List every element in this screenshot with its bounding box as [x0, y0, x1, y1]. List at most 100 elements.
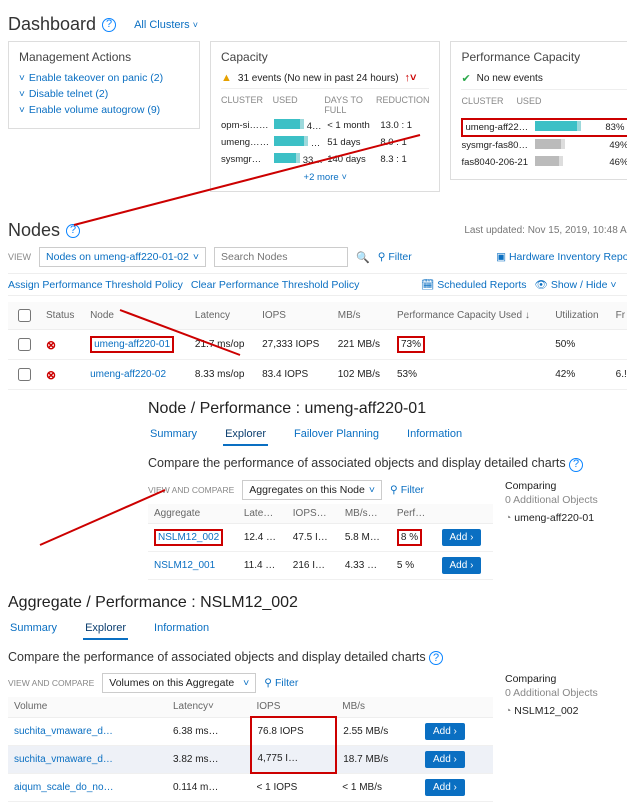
cell-iops-highlighted: 76.8 IOPS [251, 717, 337, 745]
aggregate-link[interactable]: NSLM12_001 [154, 560, 215, 571]
row-checkbox[interactable] [18, 338, 31, 351]
col-fr[interactable]: Fr [610, 302, 627, 330]
col-pcu[interactable]: Performance Capacity Used ↓ [391, 302, 549, 330]
col-latency[interactable]: Late… [238, 504, 287, 524]
cell-latency: 21.7 ms/op [189, 330, 256, 360]
vac-label: VIEW AND COMPARE [8, 678, 94, 688]
table-row[interactable]: NSLM12_001 11.4 … 216 I… 4.33 … 5 % Add … [148, 551, 493, 579]
filter-button[interactable]: ⚲Filter [378, 251, 412, 263]
mgmt-action-item[interactable]: Disable telnet (2) [19, 88, 189, 100]
tab-explorer[interactable]: Explorer [83, 618, 128, 640]
col-iops[interactable]: IOPS [251, 697, 337, 717]
agg-perf-title: Aggregate / Performance : NSLM12_002 [8, 594, 627, 612]
help-icon[interactable]: ? [66, 224, 80, 238]
tab-summary[interactable]: Summary [8, 618, 59, 640]
cell-iops: < 1 IOPS [251, 773, 337, 801]
table-row[interactable]: aiqum_scale_do_no… 0.114 m… < 1 IOPS < 1… [8, 773, 493, 801]
tab-failover[interactable]: Failover Planning [292, 424, 381, 446]
assign-policy-link[interactable]: Assign Performance Threshold Policy [8, 279, 183, 291]
add-button[interactable]: Add › [425, 751, 465, 768]
help-icon[interactable]: ? [102, 18, 116, 32]
perfcap-row-highlighted[interactable]: umeng-aff220-01-02 83% < 1 month [461, 118, 627, 137]
table-row[interactable]: ⊗ umeng-aff220-02 8.33 ms/op 83.4 IOPS 1… [8, 360, 627, 390]
cell-mbs: 18.7 MB/s [336, 745, 419, 773]
volume-link[interactable]: aiqum_scale_do_no… [14, 782, 114, 793]
mgmt-action-item[interactable]: Enable volume autogrow (9) [19, 104, 189, 116]
col-latency[interactable]: Latency˅ [167, 697, 251, 717]
up-arrow-icon[interactable]: ↑˅ [405, 72, 417, 84]
col-mbs[interactable]: MB/s [332, 302, 391, 330]
mgmt-action-item[interactable]: Enable takeover on panic (2) [19, 72, 189, 84]
vac-dropdown-highlighted[interactable]: Aggregates on this Node˅ [242, 480, 382, 500]
node-link-highlighted[interactable]: umeng-aff220-01 [90, 336, 174, 353]
tab-explorer[interactable]: Explorer [223, 424, 268, 446]
chevron-down-icon: ˅ [193, 251, 199, 263]
cell-latency: 3.82 ms… [167, 745, 251, 773]
capacity-more[interactable]: +2 more [221, 172, 429, 183]
aggregate-link-highlighted[interactable]: NSLM12_002 [154, 529, 223, 546]
perfcap-title: Performance Capacity [461, 50, 627, 64]
col-node[interactable]: Node [84, 302, 189, 330]
col-iops[interactable]: IOPS [256, 302, 332, 330]
hw-report-link[interactable]: ▣ Hardware Inventory Report [496, 251, 627, 263]
table-row[interactable]: ⊗ umeng-aff220-01 21.7 ms/op 27,333 IOPS… [8, 330, 627, 360]
help-icon[interactable]: ? [569, 458, 583, 472]
node-link[interactable]: umeng-aff220-02 [90, 369, 166, 380]
cell-pcu: 53% [391, 360, 549, 390]
comparing-sub: 0 Additional Objects [505, 494, 627, 506]
add-button[interactable]: Add › [425, 779, 465, 796]
filter-button[interactable]: ⚲Filter [390, 484, 424, 496]
table-row[interactable]: suchita_vmaware_d… 3.82 ms… 4,775 I… 18.… [8, 745, 493, 773]
col-mbs[interactable]: MB/s [336, 697, 419, 717]
search-input[interactable] [214, 247, 348, 267]
select-all-checkbox[interactable] [18, 309, 31, 322]
col-used: USED [273, 95, 325, 115]
volume-link[interactable]: suchita_vmaware_d… [14, 726, 113, 737]
search-icon[interactable]: 🔍 [356, 251, 370, 264]
col-perf[interactable]: Perf… [391, 504, 436, 524]
filter-button[interactable]: ⚲Filter [264, 677, 298, 689]
col-latency[interactable]: Latency [189, 302, 256, 330]
table-row[interactable]: NSLM12_002 12.4 … 47.5 I… 5.8 M… 8 % Add… [148, 523, 493, 551]
volume-link[interactable]: suchita_vmaware_d… [14, 754, 113, 765]
cell-latency: 11.4 … [238, 551, 287, 579]
tab-information[interactable]: Information [405, 424, 464, 446]
clear-policy-link[interactable]: Clear Performance Threshold Policy [191, 279, 359, 291]
scheduled-reports-link[interactable]: 🗓 Scheduled Reports [421, 278, 527, 291]
col-iops[interactable]: IOPS… [287, 504, 339, 524]
mgmt-actions-title: Management Actions [19, 50, 189, 64]
add-button[interactable]: Add › [442, 529, 482, 546]
tab-information[interactable]: Information [152, 618, 211, 640]
col-util[interactable]: Utilization [549, 302, 609, 330]
tab-summary[interactable]: Summary [148, 424, 199, 446]
perfcap-row[interactable]: sysmgr-fas8060-1-8 49% < 1 month [461, 137, 627, 154]
col-status[interactable]: Status [40, 302, 84, 330]
view-dropdown[interactable]: Nodes on umeng-aff220-01-02˅ [39, 247, 206, 267]
node-perf-title: Node / Performance : umeng-aff220-01 [148, 400, 627, 418]
perfcap-row[interactable]: fas8040-206-21 46% 77 days [461, 154, 627, 171]
capacity-banner: 31 events (No new in past 24 hours) [238, 73, 399, 84]
col-volume[interactable]: Volume [8, 697, 167, 717]
ok-icon: ✔ [461, 72, 470, 85]
capacity-row[interactable]: opm-si…licity 40.5 TB < 1 month 13.0 : 1 [221, 117, 429, 134]
help-icon[interactable]: ? [429, 651, 443, 665]
cell-util: 50% [549, 330, 609, 360]
comparing-sub: 0 Additional Objects [505, 687, 627, 699]
capacity-row[interactable]: umeng…1-02 83.6 TB 51 days 8.0 : 1 [221, 134, 429, 151]
cell-iops-highlighted: 4,775 I… [251, 745, 337, 773]
add-button[interactable]: Add › [425, 723, 465, 740]
col-days: DAYS TO FULL [324, 95, 376, 115]
col-aggregate[interactable]: Aggregate [148, 504, 238, 524]
capacity-row[interactable]: sysmgr…0-1-8 33 TB 140 days 8.3 : 1 [221, 151, 429, 168]
add-button[interactable]: Add › [442, 557, 482, 574]
cell-latency: 6.38 ms… [167, 717, 251, 745]
col-mbs[interactable]: MB/s… [339, 504, 391, 524]
vac-dropdown-highlighted[interactable]: Volumes on this Aggregate˅ [102, 673, 256, 693]
table-row[interactable]: suchita_vmaware_d… 6.38 ms… 76.8 IOPS 2.… [8, 717, 493, 745]
scope-dropdown[interactable]: All Clusters [134, 19, 198, 31]
cell-iops: 83.4 IOPS [256, 360, 332, 390]
capacity-title: Capacity [221, 50, 429, 64]
show-hide-dropdown[interactable]: 👁 Show / Hide ˅ [535, 278, 617, 291]
row-checkbox[interactable] [18, 368, 31, 381]
comparing-object: NSLM12_002 [514, 705, 578, 717]
